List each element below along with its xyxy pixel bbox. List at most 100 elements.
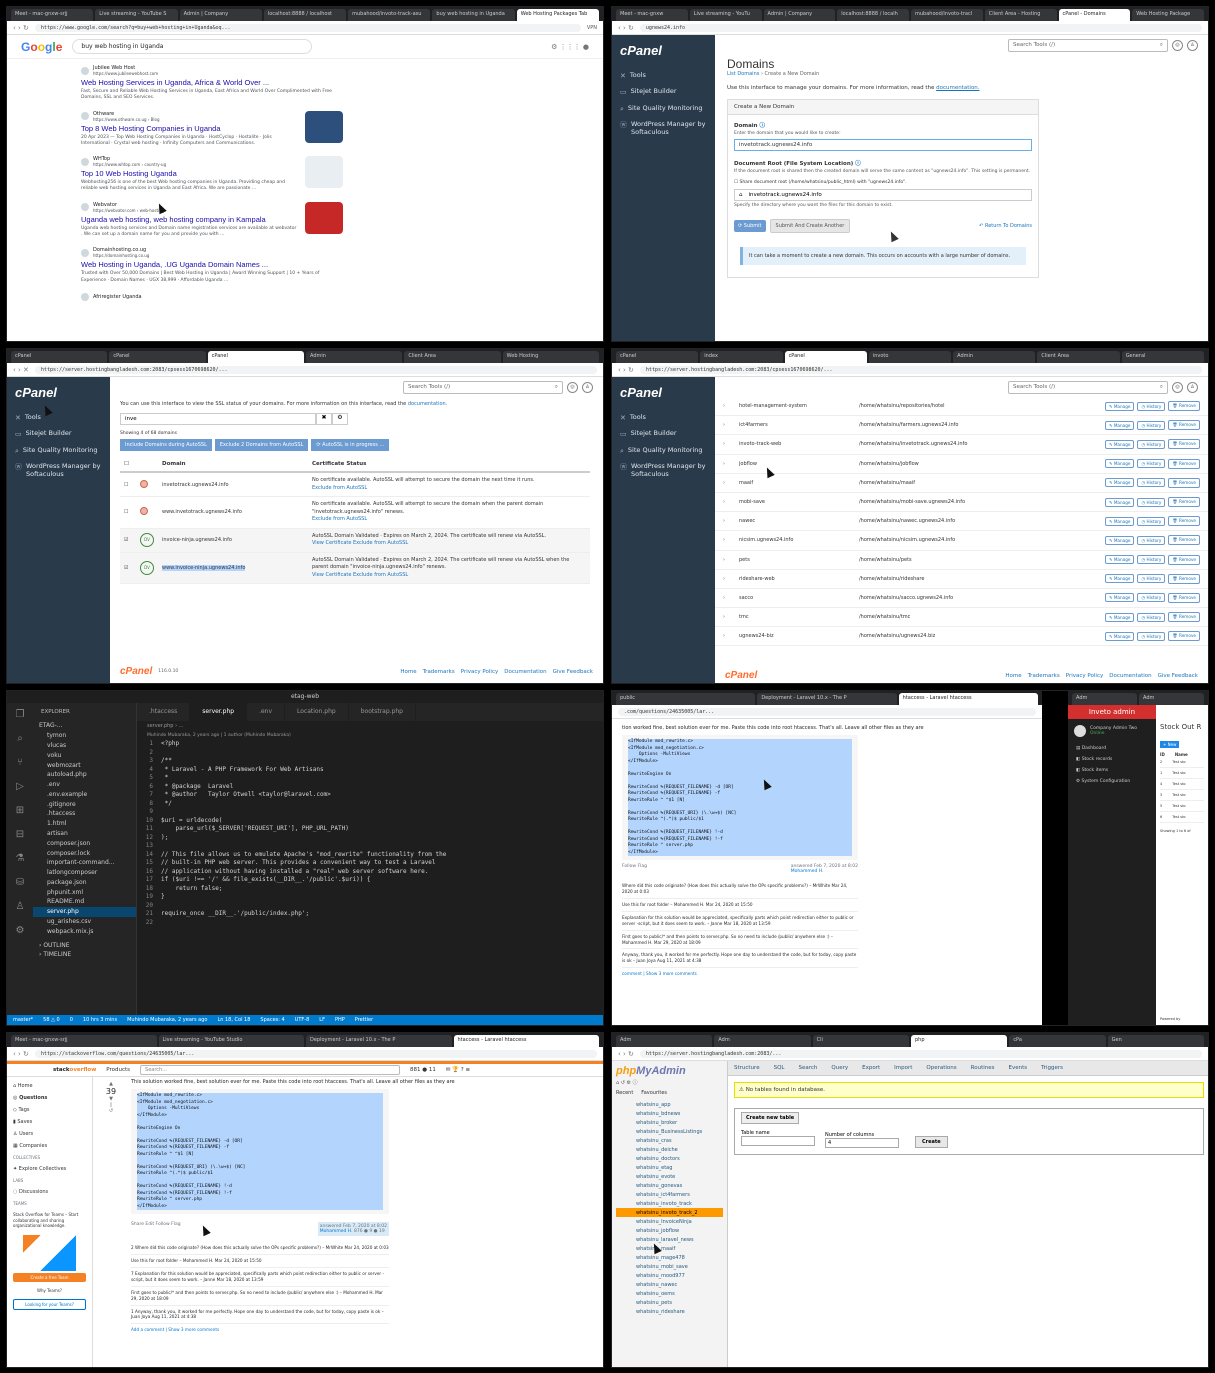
database-item[interactable]: whatsinu_InvoiceNinja [616, 1217, 723, 1226]
browser-tab[interactable]: localhost:8888 / localhost [263, 9, 347, 21]
explorer-file[interactable]: .htaccess [33, 809, 136, 819]
clear-icon[interactable]: ✖ [316, 413, 332, 425]
browser-tab[interactable]: cPanel [207, 351, 304, 363]
products-menu[interactable]: Products [106, 1067, 130, 1073]
remove-button[interactable]: 🗑 Remove [1168, 573, 1200, 584]
tools-search-input[interactable]: Search Tools (/) ⌕ [1008, 38, 1168, 52]
database-item[interactable]: whatsinu_BusinessListings [616, 1127, 723, 1136]
num-columns-input[interactable]: 4 [825, 1138, 899, 1148]
editor-tab[interactable]: .env [247, 703, 286, 721]
status-item[interactable]: Prettier [355, 1015, 373, 1025]
footer-feedback-link[interactable]: Give Feedback [553, 669, 593, 675]
remove-button[interactable]: 🗑 Remove [1168, 477, 1200, 488]
browser-tab[interactable]: mubahood/invoto-tracl [911, 9, 983, 21]
expand-icon[interactable]: › [723, 422, 739, 428]
browser-tab[interactable]: cPanel [616, 351, 699, 363]
url-field[interactable]: https://server.hostingbangladesh.com:208… [34, 365, 597, 374]
explorer-root[interactable]: ETAG-... [33, 721, 136, 731]
row-checkbox[interactable]: ☐ [124, 482, 128, 488]
status-link[interactable]: Exclude from AutoSSL [312, 516, 367, 522]
browser-tab[interactable]: Meet - mac-gnxw [616, 9, 688, 21]
brand-logo[interactable]: Inveto admin [1068, 705, 1156, 719]
footer-home-link[interactable]: Home [1005, 673, 1021, 679]
browser-tab[interactable]: Live streaming - YouTube Studio [158, 1035, 304, 1047]
source-control-icon[interactable]: ⑂ [7, 751, 33, 775]
sidebar-item-sitejet[interactable]: ▭ Sitejet Builder [620, 429, 707, 438]
code-area[interactable]: 1 <?php 2 3/** 4 * Laravel - A PHP Framework… [137, 740, 603, 927]
browser-tab[interactable]: Admin [305, 351, 403, 363]
search-input[interactable]: Search... [140, 1065, 401, 1075]
database-item[interactable]: whatsinu_bdnews [616, 1109, 723, 1118]
history-button[interactable]: ◷ History [1137, 631, 1166, 641]
explorer-file[interactable]: composer.json [33, 838, 136, 848]
pma-tab[interactable]: Query [831, 1065, 848, 1071]
explorer-file[interactable]: README.md [33, 897, 136, 907]
browser-tab[interactable]: Client Area [1037, 351, 1120, 363]
remove-button[interactable]: 🗑 Remove [1168, 535, 1200, 546]
manage-button[interactable]: ✎ Manage [1104, 459, 1135, 469]
tools-search-input[interactable]: Search Tools (/) ⌕ [403, 380, 563, 394]
history-button[interactable]: ◷ History [1137, 535, 1166, 545]
remove-button[interactable]: 🗑 Remove [1168, 516, 1200, 527]
url-field[interactable]: https://server.hostingbangladesh.com:208… [639, 365, 1202, 374]
pma-tab[interactable]: Routines [971, 1065, 995, 1071]
browser-tab[interactable]: Meet - mac-gnxw-srjj [11, 9, 94, 21]
browser-tab[interactable]: htaccess - Laravel htaccess [453, 1035, 599, 1047]
footer-trademarks-link[interactable]: Trademarks [1028, 673, 1060, 679]
notifications-icon[interactable]: ◎ [1172, 381, 1183, 393]
looking-teams-button[interactable]: Looking for your Teams? [13, 1298, 86, 1310]
browser-tab[interactable]: Client Area [404, 351, 501, 363]
notifications-icon[interactable]: ◎ [1172, 39, 1183, 51]
browser-tab[interactable]: buy web hosting in Uganda [432, 9, 515, 21]
manage-button[interactable]: ✎ Manage [1104, 574, 1135, 584]
browser-tab[interactable]: Gen [1107, 1035, 1204, 1047]
explorer-file[interactable]: artisan [33, 829, 136, 839]
status-item[interactable]: Ln 18, Col 18 [217, 1015, 250, 1025]
nav-companies[interactable]: ▦ Companies [13, 1143, 86, 1149]
explorer-file[interactable]: package.json [33, 878, 136, 888]
expand-icon[interactable]: › [723, 518, 739, 524]
database-item[interactable]: whatsinu_pets [616, 1298, 723, 1307]
remove-button[interactable]: 🗑 Remove [1168, 631, 1200, 642]
remove-button[interactable]: 🗑 Remove [1168, 401, 1200, 412]
sidebar-item-sitejet[interactable]: ▭ Sitejet Builder [620, 87, 707, 96]
testing-icon[interactable]: ⚗ [7, 847, 33, 871]
manage-button[interactable]: ✎ Manage [1104, 612, 1135, 622]
remove-button[interactable]: 🗑 Remove [1168, 439, 1200, 450]
sidebar-item-wordpress[interactable]: ⓦ WordPress Manager by Softaculous [620, 120, 707, 137]
status-item[interactable]: Spaces: 4 [260, 1015, 284, 1025]
pma-tab[interactable]: Structure [734, 1065, 760, 1071]
footer-feedback-link[interactable]: Give Feedback [1158, 673, 1198, 679]
database-item[interactable]: whatsinu_gonevas [616, 1181, 723, 1190]
result-thumbnail[interactable] [305, 156, 343, 189]
remote-icon[interactable]: ⊟ [7, 823, 33, 847]
browser-tab[interactable]: cPanel [784, 351, 867, 363]
status-item[interactable]: master* [13, 1015, 33, 1025]
explorer-file[interactable]: .gitignore [33, 799, 136, 809]
apps-icon[interactable]: ⚙ ⋮⋮⋮ ● [551, 43, 589, 51]
history-button[interactable]: ◷ History [1137, 555, 1166, 565]
expand-icon[interactable]: › [723, 403, 739, 409]
footer-privacy-link[interactable]: Privacy Policy [461, 669, 498, 675]
explorer-file[interactable]: ug_arishes.csv [33, 917, 136, 927]
url-field[interactable]: https://stackoverflow.com/questions/2463… [34, 1049, 597, 1058]
remove-button[interactable]: 🗑 Remove [1168, 592, 1200, 603]
explorer-file[interactable]: 1.html [33, 819, 136, 829]
history-button[interactable]: ◷ History [1137, 459, 1166, 469]
browser-tab[interactable]: Deployment - Laravel 10.x - The P [757, 693, 897, 705]
result-title-link[interactable]: Uganda web hosting, web hosting company … [81, 215, 297, 224]
extensions-icon[interactable]: ⊞ [7, 799, 33, 823]
browser-tab[interactable]: php [910, 1035, 1008, 1047]
browser-tab[interactable]: cPanel - Domains [1058, 9, 1131, 21]
result-title-link[interactable]: Web Hosting in Uganda, .UG Uganda Domain… [81, 260, 343, 269]
footer-docs-link[interactable]: Documentation [504, 669, 546, 675]
phpmyadmin-logo[interactable]: phpMyAdmin [616, 1065, 723, 1077]
database-item[interactable]: whatsinu_invoto_track_2 [616, 1208, 723, 1217]
nav-questions[interactable]: ◎ Questions [13, 1095, 86, 1101]
browser-tab[interactable]: Deployment - Laravel 10.x - The P [306, 1035, 452, 1047]
submit-button[interactable]: ⟳ Submit [734, 219, 766, 232]
manage-button[interactable]: ✎ Manage [1104, 535, 1135, 545]
submit-another-button[interactable]: Submit And Create Another [769, 218, 851, 233]
inbox-icon[interactable]: ✉ 🏆 ? ≡ [446, 1067, 470, 1073]
history-button[interactable]: ◷ History [1137, 593, 1166, 603]
